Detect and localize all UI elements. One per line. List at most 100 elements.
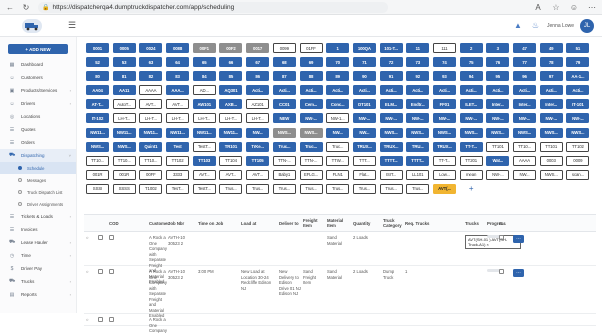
- truck-button[interactable]: 0017: [246, 43, 270, 53]
- truck-button[interactable]: 76: [486, 57, 510, 68]
- truck-button[interactable]: NW-...: [486, 113, 510, 124]
- truck-button[interactable]: 78: [539, 57, 563, 68]
- truck-button[interactable]: TesT...: [166, 183, 190, 194]
- truck-button[interactable]: Cem...: [299, 99, 323, 110]
- truck-button[interactable]: LH-T...: [139, 113, 163, 124]
- sidebar-item-dashboard[interactable]: ▦ Dashboard: [0, 58, 76, 71]
- column-header-customer[interactable]: Customer: [147, 221, 169, 226]
- column-header-cod[interactable]: COD: [107, 221, 147, 226]
- truck-button[interactable]: NW-...: [299, 113, 323, 124]
- truck-button[interactable]: NWS...: [86, 141, 109, 152]
- truck-button[interactable]: 00F1: [192, 43, 216, 53]
- truck-button[interactable]: ISIT...: [379, 169, 403, 180]
- truck-button[interactable]: Flat...: [352, 169, 376, 180]
- truck-button[interactable]: NW11...: [192, 127, 216, 138]
- truck-button[interactable]: TTW...: [326, 155, 350, 166]
- truck-button[interactable]: TT10...: [112, 155, 136, 166]
- row-checkbox[interactable]: [98, 317, 103, 322]
- truck-button[interactable]: NWS...: [513, 127, 536, 138]
- truck-button[interactable]: Acti...: [566, 85, 590, 96]
- truck-button[interactable]: 53: [112, 57, 136, 68]
- truck-button[interactable]: Acti...: [432, 85, 456, 96]
- column-header-progress[interactable]: Progress: [485, 221, 506, 226]
- truck-button[interactable]: 95: [486, 71, 510, 82]
- truck-button[interactable]: TT102: [566, 141, 590, 152]
- truck-button[interactable]: Inter...: [539, 99, 563, 110]
- truck-button[interactable]: TT10...: [513, 141, 536, 152]
- truck-button[interactable]: NWS...: [299, 127, 323, 138]
- truck-button[interactable]: Conc...: [326, 99, 350, 110]
- truck-button[interactable]: 93: [432, 71, 456, 82]
- truck-button[interactable]: LH-T...: [166, 113, 190, 124]
- truck-button[interactable]: NWS...: [566, 127, 590, 138]
- notification-icon[interactable]: ▲: [514, 21, 522, 30]
- truck-button[interactable]: AVT...: [192, 169, 216, 180]
- truck-button[interactable]: Trus...: [379, 183, 403, 194]
- truck-button[interactable]: Acti...: [406, 85, 430, 96]
- truck-button[interactable]: AAAA: [139, 85, 163, 96]
- truck-button[interactable]: AAAA: [513, 155, 536, 166]
- truck-button[interactable]: 0099: [272, 43, 296, 53]
- truck-button[interactable]: 49: [539, 43, 563, 53]
- truck-button[interactable]: 0003: [539, 155, 563, 166]
- truck-button[interactable]: Acti...: [299, 85, 323, 96]
- truck-button[interactable]: TRUX...: [432, 141, 456, 152]
- truck-button[interactable]: 64: [166, 57, 190, 68]
- sidebar-subitem-driver-assignments[interactable]: Driver Assignments: [0, 198, 76, 210]
- truck-button[interactable]: Acti...: [352, 85, 376, 96]
- truck-button[interactable]: NW-...: [486, 169, 510, 180]
- sidebar-item-orders[interactable]: ☰ Orders: [0, 136, 76, 149]
- truck-button[interactable]: IT-101: [566, 99, 590, 110]
- truck-button[interactable]: TrKe...: [246, 141, 270, 152]
- row-actions-button[interactable]: …: [513, 269, 524, 277]
- truck-button[interactable]: TR101: [219, 141, 243, 152]
- truck-button[interactable]: NW-1...: [326, 113, 350, 124]
- truck-button[interactable]: 100QA: [352, 43, 376, 53]
- truck-button[interactable]: TT101: [539, 141, 563, 152]
- truck-button[interactable]: AVT...: [246, 169, 270, 180]
- reload-icon[interactable]: ↻: [20, 1, 32, 13]
- cod-checkbox[interactable]: [109, 317, 114, 322]
- truck-button[interactable]: 2: [459, 43, 483, 53]
- address-bar[interactable]: 🔒 https://dispatcherqa4.dumptruckdispatc…: [38, 1, 388, 13]
- truck-button[interactable]: 00FF: [139, 169, 163, 180]
- truck-button[interactable]: TT103: [192, 155, 216, 166]
- truck-button[interactable]: 65: [192, 57, 216, 68]
- truck-button[interactable]: 0005: [112, 43, 136, 53]
- truck-button[interactable]: Acti...: [246, 85, 270, 96]
- truck-button[interactable]: NWS...: [406, 127, 430, 138]
- truck-button[interactable]: 0009: [566, 155, 590, 166]
- truck-button[interactable]: Trus...: [299, 183, 323, 194]
- truck-button[interactable]: 68: [272, 57, 296, 68]
- truck-button[interactable]: 97: [539, 71, 563, 82]
- truck-button[interactable]: Acti...: [459, 85, 483, 96]
- truck-button[interactable]: 63: [139, 57, 163, 68]
- truck-button[interactable]: AQ301: [219, 85, 243, 96]
- truck-button[interactable]: Acti...: [272, 85, 296, 96]
- truck-button[interactable]: 82: [139, 71, 163, 82]
- truck-button[interactable]: 01FF: [299, 43, 323, 53]
- truck-button[interactable]: AW101: [192, 99, 216, 110]
- truck-button[interactable]: 74: [432, 57, 456, 68]
- truck-button[interactable]: IT-102: [86, 113, 109, 124]
- sidebar-subitem-schedule[interactable]: Schedule: [0, 162, 76, 174]
- sidebar-item-dispatching[interactable]: ⛟ Dispatching ˅: [0, 149, 76, 162]
- circle-icon[interactable]: ○: [86, 269, 89, 274]
- truck-button[interactable]: 73: [406, 57, 430, 68]
- row-checkbox[interactable]: [98, 235, 103, 240]
- truck-button[interactable]: AutoT...: [112, 99, 136, 110]
- truck-button[interactable]: 67: [246, 57, 270, 68]
- truck-button[interactable]: Inter...: [513, 99, 536, 110]
- sidebar-item-invoices[interactable]: ☰ Invoices: [0, 223, 76, 236]
- truck-button[interactable]: Acti...: [326, 85, 350, 96]
- truck-button[interactable]: TT201: [459, 155, 483, 166]
- truck-button[interactable]: EFLG...: [299, 169, 323, 180]
- truck-button[interactable]: Trus...: [326, 183, 350, 194]
- add-new-button[interactable]: + ADD NEW: [8, 44, 68, 54]
- truck-button[interactable]: TT-T...: [459, 141, 483, 152]
- truck-button[interactable]: TRUX...: [379, 141, 403, 152]
- truck-button[interactable]: NW...: [246, 127, 270, 138]
- sidebar-item-trucks[interactable]: ⛟ Trucks ›: [0, 275, 76, 288]
- truck-button[interactable]: NWS...: [112, 141, 136, 152]
- truck-button[interactable]: AVT(...: [432, 183, 456, 194]
